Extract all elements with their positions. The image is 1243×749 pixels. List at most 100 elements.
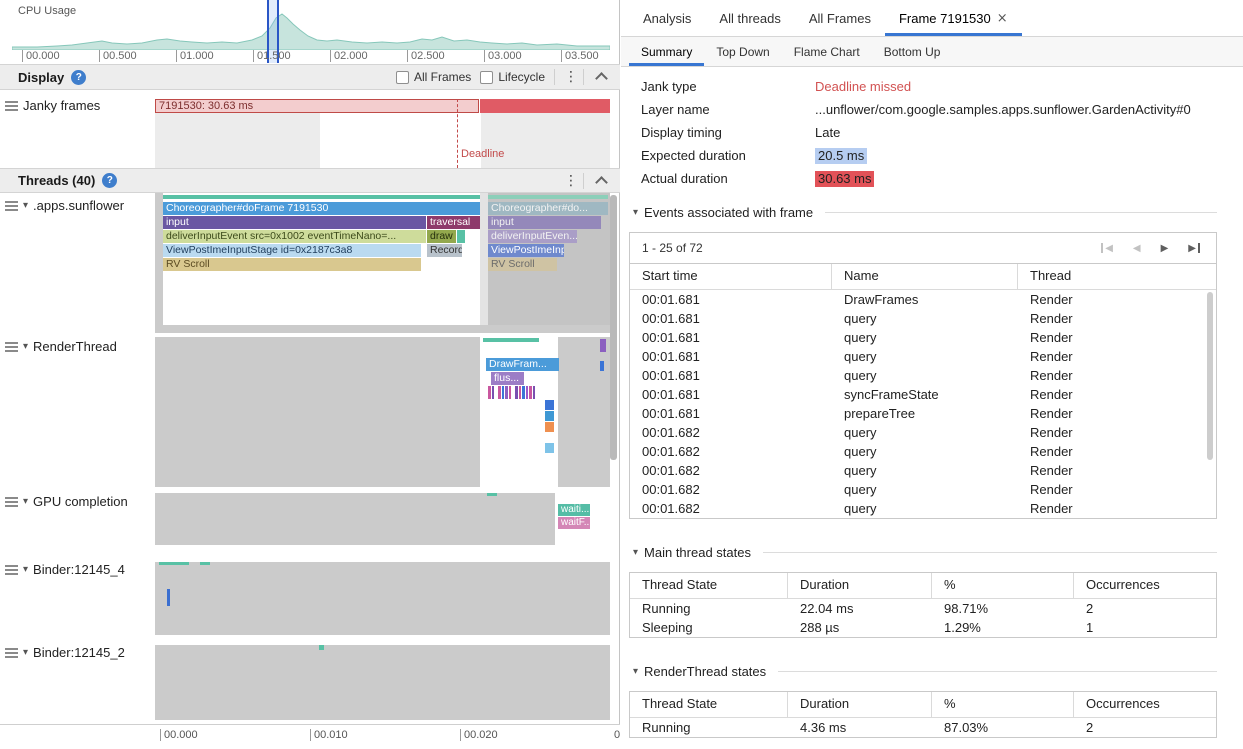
trace-event-small[interactable] [545, 400, 554, 410]
time-tick: 02.500 [407, 50, 445, 62]
trace-event-drawframe[interactable]: DrawFram... [486, 358, 559, 371]
all-frames-checkbox[interactable] [396, 71, 409, 84]
event-row[interactable]: 00:01.682queryRender [630, 442, 1216, 461]
thread-track-binder2 [155, 645, 610, 720]
state-row[interactable]: Running22.04 ms98.71%2 [630, 599, 1216, 618]
threads-scrollbar[interactable] [610, 195, 617, 720]
event-row[interactable]: 00:01.682queryRender [630, 480, 1216, 499]
trace-event-traversal[interactable]: traversal [427, 216, 480, 229]
event-row[interactable]: 00:01.681queryRender [630, 366, 1216, 385]
section-rule [825, 212, 1217, 213]
jank-type-value: Deadline missed [815, 79, 911, 95]
main-thread-states-header[interactable]: ▾ Main thread states [633, 545, 1217, 560]
trace-event-choreographer[interactable]: Choreographer#doFrame 7191530 [163, 202, 480, 215]
trace-event-deliver-input[interactable]: deliverInputEvent src=0x1002 eventTimeNa… [163, 230, 426, 243]
summary-row-jank-type: Jank type Deadline missed [641, 79, 1217, 95]
trace-event-record[interactable]: Record ... [427, 244, 462, 257]
states-table-header: Thread State Duration % Occurrences [630, 573, 1216, 599]
help-icon[interactable]: ? [102, 173, 117, 188]
last-page-button[interactable]: ▶ [1188, 243, 1200, 254]
trace-event-input-next[interactable]: input [488, 216, 601, 229]
trace-event-small[interactable] [545, 411, 554, 421]
trace-event-small[interactable] [319, 645, 324, 650]
event-row[interactable]: 00:01.681queryRender [630, 328, 1216, 347]
drag-handle-icon[interactable] [5, 497, 18, 507]
tab-all-frames[interactable]: All Frames [795, 0, 885, 36]
trace-event-waitfence[interactable]: waitF... [558, 517, 590, 529]
renderthread-states-header[interactable]: ▾ RenderThread states [633, 664, 1217, 679]
trace-event-deliver-input-next[interactable]: deliverInputEven... [488, 230, 577, 243]
tab-analysis[interactable]: Analysis [629, 0, 705, 36]
tab-frame-7191530[interactable]: Frame 7191530 × [885, 0, 1022, 36]
caret-down-icon: ▾ [633, 547, 638, 558]
drag-handle-icon[interactable] [5, 101, 18, 111]
trace-event-small[interactable] [545, 422, 554, 432]
next-janky-frame-bar[interactable] [480, 99, 610, 113]
event-row[interactable]: 00:01.682queryRender [630, 499, 1216, 518]
collapse-chevron-icon[interactable] [595, 176, 608, 189]
drag-handle-icon[interactable] [5, 201, 18, 211]
thread-state-running-strip [483, 338, 539, 342]
trace-event-small[interactable] [457, 230, 465, 243]
event-row[interactable]: 00:01.682queryRender [630, 461, 1216, 480]
trace-event-view-post-ime[interactable]: ViewPostImeInputStage id=0x2187c3a8 [163, 244, 421, 257]
trace-event-input[interactable]: input [163, 216, 426, 229]
first-page-button[interactable]: ◀ [1101, 243, 1113, 254]
event-row[interactable]: 00:01.681DrawFramesRender [630, 290, 1216, 309]
thread-row-label-binder4[interactable]: ▾ Binder:12145_4 [5, 562, 125, 577]
trace-event-stripe-cluster[interactable] [488, 386, 546, 399]
subtab-top-down[interactable]: Top Down [704, 37, 781, 66]
trace-event-small[interactable] [545, 443, 554, 453]
tab-all-threads[interactable]: All threads [705, 0, 794, 36]
lifecycle-checkbox-group[interactable]: Lifecycle [480, 70, 545, 84]
janky-frames-track: 7191530: 30.63 ms Deadline [155, 90, 610, 168]
trace-event-small[interactable] [600, 361, 604, 371]
cpu-profiler-window: CPU Usage 00.000 00.500 01.000 01.500 02… [0, 0, 1243, 749]
thread-row-label-gpu-completion[interactable]: ▾ GPU completion [5, 494, 128, 509]
collapse-chevron-icon[interactable] [595, 72, 608, 85]
trace-event-small[interactable] [167, 589, 170, 606]
trace-event-choreographer-next[interactable]: Choreographer#do... [488, 202, 608, 215]
trace-event-rv-scroll[interactable]: RV Scroll [163, 258, 421, 271]
thread-row-label-renderthread[interactable]: ▾ RenderThread [5, 339, 117, 354]
event-row[interactable]: 00:01.681prepareTreeRender [630, 404, 1216, 423]
drag-handle-icon[interactable] [5, 648, 18, 658]
state-row[interactable]: Sleeping288 µs1.29%1 [630, 618, 1216, 637]
event-row[interactable]: 00:01.681syncFrameStateRender [630, 385, 1216, 404]
help-icon[interactable]: ? [71, 70, 86, 85]
close-tab-icon[interactable]: × [997, 11, 1008, 26]
main-thread-states-table: Thread State Duration % Occurrences Runn… [629, 572, 1217, 638]
thread-state-running-strip [200, 562, 210, 565]
kebab-menu-icon[interactable]: ⋮ [564, 173, 574, 189]
event-row[interactable]: 00:01.682queryRender [630, 423, 1216, 442]
janky-frames-track-label[interactable]: Janky frames [5, 98, 100, 113]
thread-row-label-sunflower[interactable]: ▾ .apps.sunflower [5, 198, 124, 213]
trace-event-small[interactable] [600, 339, 606, 352]
trace-event-waiting[interactable]: waiti... [558, 504, 590, 516]
trace-event-flush[interactable]: flus... [491, 372, 524, 385]
selected-janky-frame-bar[interactable]: 7191530: 30.63 ms [155, 99, 479, 113]
trace-event-draw[interactable]: draw [427, 230, 456, 243]
scrollbar-thumb[interactable] [610, 195, 617, 460]
drag-handle-icon[interactable] [5, 565, 18, 575]
subtab-summary[interactable]: Summary [629, 37, 704, 66]
events-section-header[interactable]: ▾ Events associated with frame [633, 205, 1217, 220]
thread-row-label-binder2[interactable]: ▾ Binder:12145_2 [5, 645, 125, 660]
events-table-scrollbar-thumb[interactable] [1207, 292, 1213, 460]
next-page-button[interactable]: ▶ [1161, 243, 1169, 254]
all-frames-checkbox-group[interactable]: All Frames [396, 70, 471, 84]
state-row[interactable]: Running4.36 ms87.03%2 [630, 718, 1216, 737]
prev-page-button[interactable]: ◀ [1133, 243, 1141, 254]
trace-event-rv-scroll-next[interactable]: RV Scroll [488, 258, 557, 271]
kebab-menu-icon[interactable]: ⋮ [564, 69, 574, 85]
subtab-flame-chart[interactable]: Flame Chart [782, 37, 872, 66]
drag-handle-icon[interactable] [5, 342, 18, 352]
thread-track-sunflower: Choreographer#doFrame 7191530 input trav… [155, 193, 610, 333]
summary-row-layer-name: Layer name ...unflower/com.google.sample… [641, 102, 1217, 118]
trace-event-view-post-ime-next[interactable]: ViewPostImeInp... [488, 244, 564, 257]
event-row[interactable]: 00:01.681queryRender [630, 347, 1216, 366]
caret-down-icon: ▾ [23, 647, 28, 658]
lifecycle-checkbox[interactable] [480, 71, 493, 84]
event-row[interactable]: 00:01.681queryRender [630, 309, 1216, 328]
subtab-bottom-up[interactable]: Bottom Up [872, 37, 953, 66]
